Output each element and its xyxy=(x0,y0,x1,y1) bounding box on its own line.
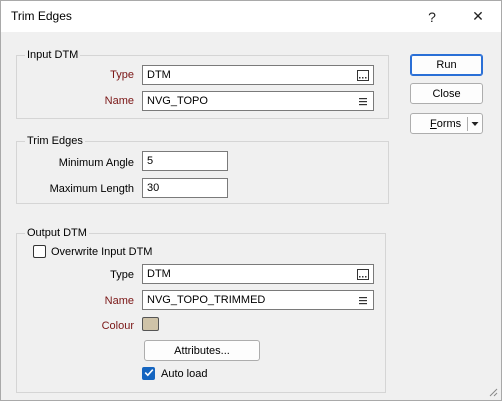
autoload-checkbox[interactable] xyxy=(142,367,155,380)
overwrite-checkbox[interactable] xyxy=(33,245,46,258)
help-button[interactable]: ? xyxy=(409,1,455,32)
min-angle-label: Minimum Angle xyxy=(58,157,134,169)
output-type-value: DTM xyxy=(147,268,171,280)
close-button-label: Close xyxy=(432,87,461,100)
forms-separator xyxy=(467,117,468,131)
attributes-button-label: Attributes... xyxy=(174,344,230,357)
input-name-field[interactable]: NVG_TOPO xyxy=(142,91,374,111)
input-type-value: DTM xyxy=(147,69,171,81)
colour-label: Colour xyxy=(101,320,134,332)
forms-button-label: Forms xyxy=(430,117,462,130)
browse-icon[interactable] xyxy=(356,267,370,281)
input-name-label: Name xyxy=(104,95,134,107)
overwrite-label[interactable]: Overwrite Input DTM xyxy=(51,246,152,258)
max-length-field[interactable]: 30 xyxy=(142,178,228,198)
colour-swatch[interactable] xyxy=(142,317,159,331)
browse-icon[interactable] xyxy=(356,68,370,82)
autoload-label[interactable]: Auto load xyxy=(161,368,207,380)
input-type-label: Type xyxy=(110,69,134,81)
trim-edges-legend: Trim Edges xyxy=(25,135,85,147)
output-type-field[interactable]: DTM xyxy=(142,264,374,284)
output-type-label: Type xyxy=(110,269,134,281)
attributes-button[interactable]: Attributes... xyxy=(144,340,260,361)
forms-button[interactable]: Forms xyxy=(410,113,483,134)
close-icon: ✕ xyxy=(472,8,484,24)
help-icon: ? xyxy=(428,8,436,25)
close-window-button[interactable]: ✕ xyxy=(455,1,501,32)
run-button[interactable]: Run xyxy=(410,54,483,76)
window-title: Trim Edges xyxy=(11,9,72,23)
output-name-field[interactable]: NVG_TOPO_TRIMMED xyxy=(142,290,374,310)
max-length-value: 30 xyxy=(147,182,160,194)
chevron-down-icon[interactable] xyxy=(471,119,479,131)
input-name-value: NVG_TOPO xyxy=(147,95,208,107)
trim-edges-dialog: Trim Edges ? ✕ Input DTM Type DTM Name N… xyxy=(0,0,502,401)
resize-grip-icon[interactable] xyxy=(488,387,498,397)
run-button-label: Run xyxy=(436,59,457,71)
input-dtm-legend: Input DTM xyxy=(25,49,81,61)
close-button[interactable]: Close xyxy=(410,83,483,104)
max-length-label: Maximum Length xyxy=(49,183,134,195)
list-icon[interactable] xyxy=(356,293,370,307)
min-angle-value: 5 xyxy=(147,155,154,167)
output-name-label: Name xyxy=(104,295,134,307)
title-bar: Trim Edges ? ✕ xyxy=(1,1,501,32)
min-angle-field[interactable]: 5 xyxy=(142,151,228,171)
output-dtm-legend: Output DTM xyxy=(25,227,89,239)
list-icon[interactable] xyxy=(356,94,370,108)
check-icon xyxy=(144,368,154,380)
output-name-value: NVG_TOPO_TRIMMED xyxy=(147,294,266,306)
input-type-field[interactable]: DTM xyxy=(142,65,374,85)
